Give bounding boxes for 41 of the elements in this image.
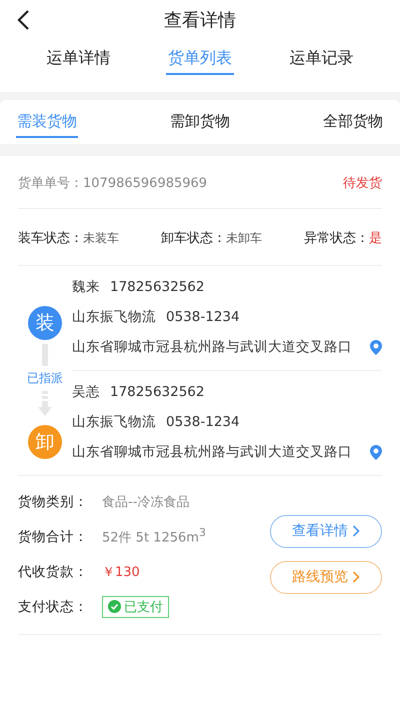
chevron-right-icon xyxy=(352,525,360,537)
detail-value: 52件 5t 1256m$^{3}$ xyxy=(102,526,206,547)
address: 山东省聊城市冠县杭州路与武训大道交叉路口 xyxy=(72,338,352,356)
order-number: 货单单号：107986596985969 xyxy=(18,175,208,192)
chevron-right-icon xyxy=(352,571,360,583)
order-status: 待发货 xyxy=(343,175,382,192)
contact-phone: 17825632562 xyxy=(110,279,204,295)
company-name: 山东振飞物流 xyxy=(72,308,156,326)
tab[interactable]: 运单记录 xyxy=(287,40,356,75)
state-label: 异常状态： xyxy=(304,231,369,246)
down-arrow-icon xyxy=(38,391,52,417)
stop-badge: 装 xyxy=(28,306,62,340)
check-icon xyxy=(108,600,121,613)
location-pin-icon[interactable] xyxy=(370,340,382,354)
paid-tag: 已支付 xyxy=(102,596,169,618)
detail-label: 货物类别： xyxy=(18,492,89,510)
detail-label: 代收货款： xyxy=(18,562,89,580)
company-phone: 0538-1234 xyxy=(166,414,240,430)
company-name: 山东振飞物流 xyxy=(72,413,156,431)
contact-name: 魏来 xyxy=(72,278,100,296)
detail-value: ￥130 xyxy=(102,564,140,580)
state-value: 未卸车 xyxy=(226,231,262,245)
state-value: 是 xyxy=(369,231,382,246)
sub-tab[interactable]: 需卸货物 xyxy=(169,106,231,138)
location-pin-icon[interactable] xyxy=(370,444,382,460)
assignment-status: 已指派 xyxy=(27,370,63,387)
state-label: 装车状态： xyxy=(18,231,83,246)
state-value: 未装车 xyxy=(83,231,119,245)
sub-tab[interactable]: 全部货物 xyxy=(322,106,384,138)
address: 山东省聊城市冠县杭州路与武训大道交叉路口 xyxy=(72,443,352,461)
detail-value: 食品--冷冻食品 xyxy=(102,494,190,510)
contact-name: 吴恙 xyxy=(72,383,100,401)
detail-label: 货物合计： xyxy=(18,528,89,546)
tab[interactable]: 运单详情 xyxy=(44,40,113,75)
page-title: 查看详情 xyxy=(164,9,236,32)
stop-badge: 卸 xyxy=(28,425,62,459)
back-icon[interactable] xyxy=(16,9,30,31)
company-phone: 0538-1234 xyxy=(166,309,240,325)
detail-label: 支付状态： xyxy=(18,598,89,616)
contact-phone: 17825632562 xyxy=(110,384,204,400)
state-label: 卸车状态： xyxy=(161,231,226,246)
